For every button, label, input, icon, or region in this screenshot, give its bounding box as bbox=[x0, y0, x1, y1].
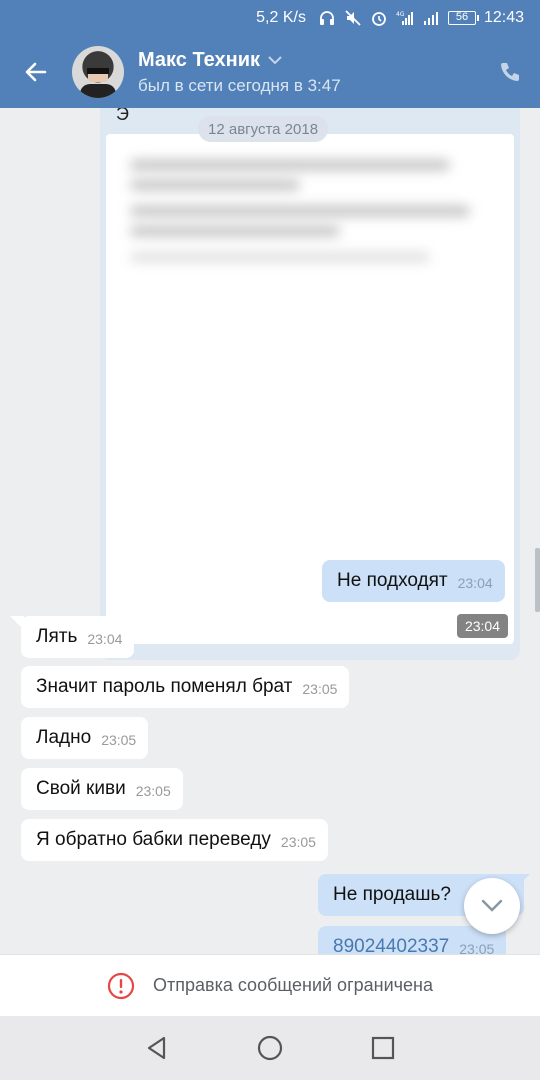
signal-4g-icon: 4G bbox=[396, 9, 414, 27]
message-bubble[interactable]: Свой киви 23:05 bbox=[21, 768, 183, 810]
contact-status: был в сети сегодня в 3:47 bbox=[138, 75, 341, 95]
message-bubble[interactable]: Не подходят 23:04 bbox=[322, 560, 505, 602]
scrollbar[interactable] bbox=[535, 548, 540, 612]
exclamation-circle-icon bbox=[107, 972, 135, 999]
message-text: Ладно bbox=[36, 727, 92, 748]
scroll-down-button[interactable] bbox=[464, 878, 520, 934]
forwarded-text: Э bbox=[116, 108, 129, 124]
arrow-left-icon bbox=[25, 62, 47, 82]
message-list[interactable]: Э 23:04 12 августа 2018 Не подходят 23:0… bbox=[0, 108, 540, 954]
message-text: Лять bbox=[36, 626, 78, 647]
chat-header: Макс Техник был в сети сегодня в 3:47 bbox=[0, 36, 540, 108]
mute-icon bbox=[344, 9, 362, 27]
chevron-down-icon bbox=[268, 56, 282, 65]
call-button[interactable] bbox=[480, 36, 540, 108]
message-time: 23:05 bbox=[302, 681, 338, 697]
message-time: 23:04 bbox=[457, 575, 493, 591]
message-time: 23:05 bbox=[101, 732, 137, 748]
phone-icon bbox=[501, 63, 519, 81]
status-bar: 5,2 K/s 4G 56 12:43 bbox=[0, 0, 540, 36]
signal-icon bbox=[422, 9, 440, 27]
chevron-down-icon bbox=[481, 899, 503, 912]
triangle-back-icon bbox=[147, 1036, 165, 1060]
message-bubble[interactable]: Значит пароль поменял брат 23:05 bbox=[21, 666, 350, 708]
network-speed: 5,2 K/s bbox=[256, 9, 306, 26]
system-nav-bar bbox=[0, 1016, 540, 1080]
back-button[interactable] bbox=[0, 36, 72, 108]
circle-home-icon bbox=[257, 1035, 283, 1061]
restriction-bar: Отправка сообщений ограничена bbox=[0, 954, 540, 1016]
nav-back-button[interactable] bbox=[137, 1028, 177, 1068]
message-time: 23:05 bbox=[459, 941, 495, 954]
contact-info[interactable]: Макс Техник был в сети сегодня в 3:47 bbox=[138, 49, 480, 96]
svg-text:4G: 4G bbox=[396, 11, 405, 18]
square-recent-icon bbox=[372, 1036, 395, 1060]
headphones-icon bbox=[318, 9, 336, 27]
message-bubble[interactable]: Ладно 23:05 bbox=[21, 717, 149, 759]
contact-name: Макс Техник bbox=[138, 48, 261, 71]
message-text: Значит пароль поменял брат bbox=[36, 676, 293, 697]
restriction-text: Отправка сообщений ограничена bbox=[153, 975, 433, 995]
message-text: Не подходят bbox=[337, 570, 448, 591]
message-time: 23:04 bbox=[87, 631, 123, 647]
message-time: 23:05 bbox=[280, 834, 316, 850]
battery-indicator: 56 bbox=[447, 11, 479, 25]
date-separator: 12 августа 2018 bbox=[198, 116, 329, 142]
message-time: 23:05 bbox=[135, 783, 171, 799]
nav-home-button[interactable] bbox=[250, 1028, 290, 1068]
message-text: Я обратно бабки переведу bbox=[36, 829, 271, 850]
top-bar: 5,2 K/s 4G 56 12:43 Макс Техник был в се… bbox=[0, 0, 540, 108]
message-text: Не продашь? bbox=[333, 884, 451, 905]
message-text: Свой киви bbox=[36, 778, 126, 799]
image-timestamp: 23:04 bbox=[456, 614, 508, 638]
message-bubble[interactable]: Лять 23:04 bbox=[21, 616, 135, 658]
message-bubble[interactable]: Я обратно бабки переведу 23:05 bbox=[21, 819, 328, 861]
alarm-icon bbox=[370, 9, 388, 27]
clock: 12:43 bbox=[483, 9, 524, 26]
phone-link[interactable]: 89024402337 bbox=[333, 936, 449, 954]
avatar[interactable] bbox=[72, 46, 124, 98]
nav-recent-button[interactable] bbox=[363, 1028, 403, 1068]
